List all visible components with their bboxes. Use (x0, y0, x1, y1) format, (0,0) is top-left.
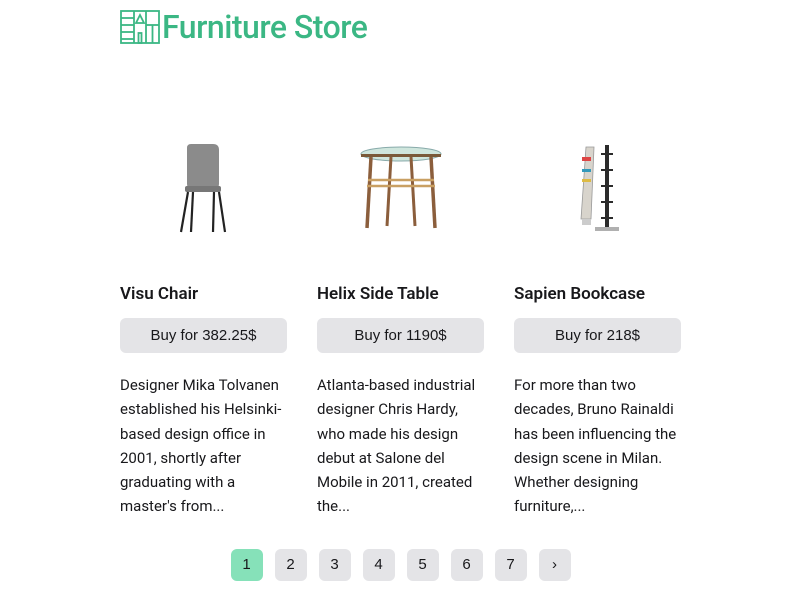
page-button-5[interactable]: 5 (407, 549, 439, 581)
product-image-chair[interactable] (120, 132, 287, 242)
product-description: Designer Mika Tolvanen established his H… (120, 373, 287, 519)
page-button-6[interactable]: 6 (451, 549, 483, 581)
page-button-3[interactable]: 3 (319, 549, 351, 581)
product-card: Visu Chair Buy for 382.25$ Designer Mika… (120, 132, 287, 519)
buy-button[interactable]: Buy for 1190$ (317, 318, 484, 353)
product-grid: Visu Chair Buy for 382.25$ Designer Mika… (120, 132, 681, 519)
buy-button[interactable]: Buy for 218$ (514, 318, 681, 353)
page-button-2[interactable]: 2 (275, 549, 307, 581)
brand-logo-icon (120, 9, 160, 45)
product-description: For more than two decades, Bruno Rainald… (514, 373, 681, 519)
page-container: Furniture Store Visu Chair Buy for 382.2… (0, 0, 791, 581)
product-description: Atlanta-based industrial designer Chris … (317, 373, 484, 519)
page-button-next[interactable]: › (539, 549, 571, 581)
product-title[interactable]: Helix Side Table (317, 284, 484, 304)
brand-title: Furniture Store (162, 8, 367, 46)
page-button-4[interactable]: 4 (363, 549, 395, 581)
brand-header[interactable]: Furniture Store (120, 8, 681, 46)
product-card: Sapien Bookcase Buy for 218$ For more th… (514, 132, 681, 519)
product-image-table[interactable] (317, 132, 484, 242)
product-title[interactable]: Sapien Bookcase (514, 284, 681, 304)
product-card: Helix Side Table Buy for 1190$ Atlanta-b… (317, 132, 484, 519)
product-image-bookcase[interactable] (514, 132, 681, 242)
page-button-7[interactable]: 7 (495, 549, 527, 581)
product-title[interactable]: Visu Chair (120, 284, 287, 304)
page-button-1[interactable]: 1 (231, 549, 263, 581)
buy-button[interactable]: Buy for 382.25$ (120, 318, 287, 353)
pagination: 1 2 3 4 5 6 7 › (120, 549, 681, 581)
